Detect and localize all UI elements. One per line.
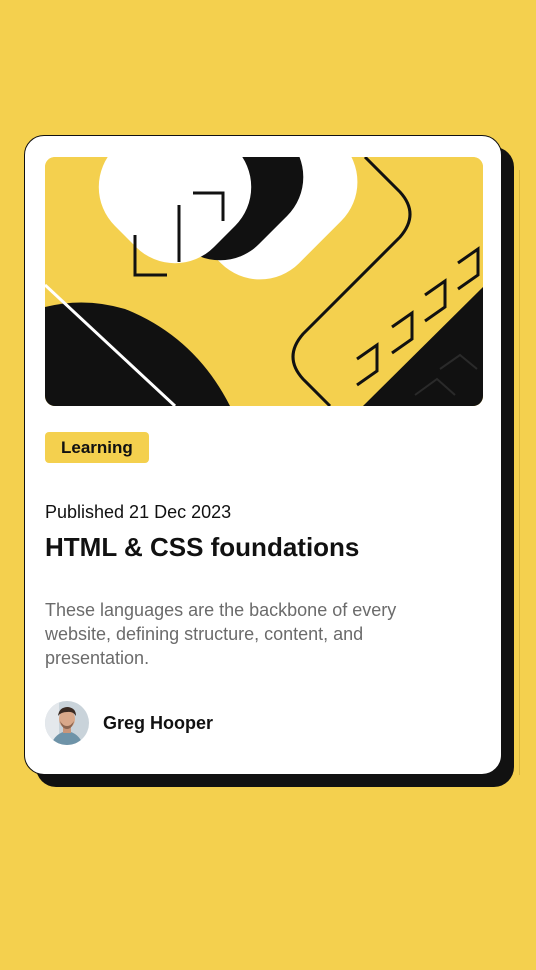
category-tag[interactable]: Learning xyxy=(45,432,149,463)
author-block: Greg Hooper xyxy=(45,701,213,745)
card-title[interactable]: HTML & CSS foundations xyxy=(45,532,359,563)
blog-preview-card: Learning Published 21 Dec 2023 HTML & CS… xyxy=(24,135,502,775)
card-illustration xyxy=(45,157,483,406)
decorative-edge-line xyxy=(519,170,520,775)
card-description: These languages are the backbone of ever… xyxy=(45,600,397,668)
avatar xyxy=(45,701,89,745)
author-name: Greg Hooper xyxy=(103,712,214,733)
published-date: Published 21 Dec 2023 xyxy=(45,502,232,522)
